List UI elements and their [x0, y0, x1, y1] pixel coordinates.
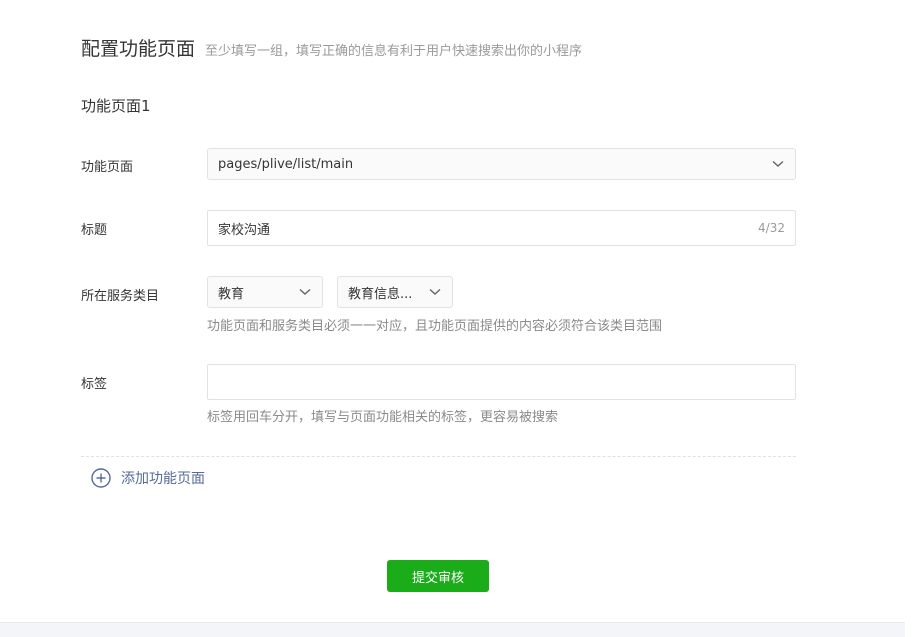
- add-page-link[interactable]: 添加功能页面: [91, 468, 205, 488]
- category-hint: 功能页面和服务类目必须一一对应，且功能页面提供的内容必须符合该类目范围: [207, 319, 663, 334]
- submit-review-button[interactable]: 提交审核: [387, 560, 489, 592]
- title-char-counter: 4/32: [758, 221, 785, 235]
- chevron-down-icon: [428, 285, 442, 299]
- page-select-value: pages/plive/list/main: [218, 156, 354, 172]
- page-header: 配置功能页面 至少填写一组，填写正确的信息有利于用户快速搜索出你的小程序: [81, 34, 582, 61]
- secondary-category-select[interactable]: 教育信息...: [337, 276, 453, 308]
- section-title: 功能页面1: [81, 97, 151, 115]
- footer-bar: [0, 622, 905, 637]
- title-input[interactable]: 家校沟通 4/32: [207, 210, 796, 246]
- page-title: 配置功能页面: [81, 38, 196, 60]
- category-label: 所在服务类目: [81, 289, 160, 304]
- primary-category-select[interactable]: 教育: [207, 276, 323, 308]
- chevron-down-icon: [298, 285, 312, 299]
- page-select[interactable]: pages/plive/list/main: [207, 148, 796, 180]
- tags-hint: 标签用回车分开，填写与页面功能相关的标签，更容易被搜索: [207, 410, 559, 425]
- page-subtitle: 至少填写一组，填写正确的信息有利于用户快速搜索出你的小程序: [205, 44, 583, 59]
- plus-circle-icon: [91, 468, 111, 488]
- title-input-value: 家校沟通: [218, 222, 271, 238]
- chevron-down-icon: [771, 157, 785, 171]
- tags-input[interactable]: [207, 364, 796, 400]
- add-page-label: 添加功能页面: [121, 471, 205, 487]
- tags-label: 标签: [81, 377, 108, 392]
- page-select-label: 功能页面: [81, 160, 134, 175]
- secondary-category-value: 教育信息...: [348, 286, 413, 302]
- primary-category-value: 教育: [218, 286, 245, 302]
- title-field-label: 标题: [81, 223, 108, 238]
- section-divider: [81, 456, 796, 457]
